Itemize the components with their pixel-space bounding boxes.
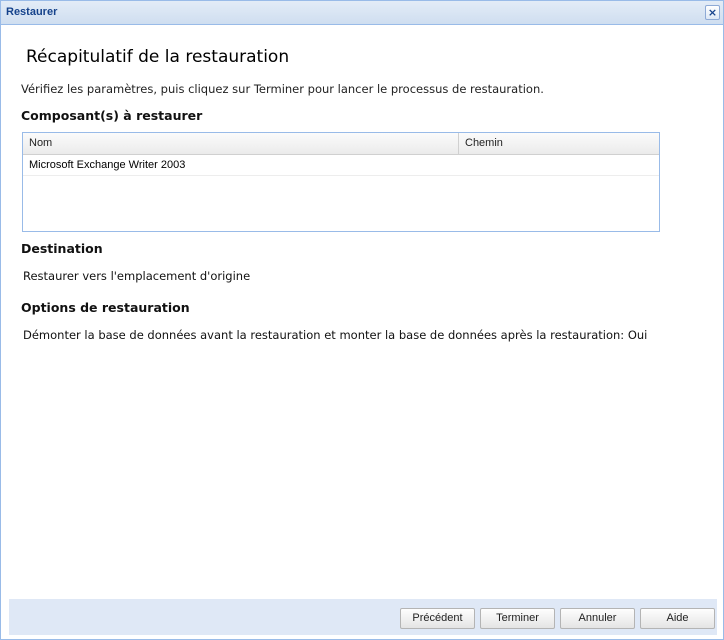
cell-nom: Microsoft Exchange Writer 2003 [29, 159, 186, 171]
components-grid: Nom Chemin Microsoft Exchange Writer 200… [22, 132, 660, 232]
options-section-title: Options de restauration [21, 300, 190, 315]
cancel-button[interactable]: Annuler [560, 608, 635, 629]
table-row[interactable]: Microsoft Exchange Writer 2003 [23, 155, 659, 176]
components-section-title: Composant(s) à restaurer [21, 108, 203, 123]
button-bar: Précédent Terminer Annuler Aide [9, 599, 717, 635]
close-icon[interactable]: × [705, 5, 720, 20]
grid-header: Nom Chemin [23, 133, 659, 155]
page-title: Récapitulatif de la restauration [26, 47, 290, 67]
options-value: Démonter la base de données avant la res… [23, 328, 648, 342]
destination-value: Restaurer vers l'emplacement d'origine [23, 269, 251, 283]
column-header-chemin[interactable]: Chemin [459, 133, 659, 154]
column-header-nom[interactable]: Nom [23, 133, 459, 154]
destination-section-title: Destination [21, 241, 103, 256]
finish-button[interactable]: Terminer [480, 608, 555, 629]
cell-chemin [459, 155, 659, 175]
restore-dialog: Restaurer × Récapitulatif de la restaura… [0, 0, 724, 640]
previous-button[interactable]: Précédent [400, 608, 475, 629]
title-bar[interactable]: Restaurer × [1, 1, 723, 25]
help-button[interactable]: Aide [640, 608, 715, 629]
intro-text: Vérifiez les paramètres, puis cliquez su… [21, 82, 544, 96]
window-title: Restaurer [6, 6, 58, 18]
